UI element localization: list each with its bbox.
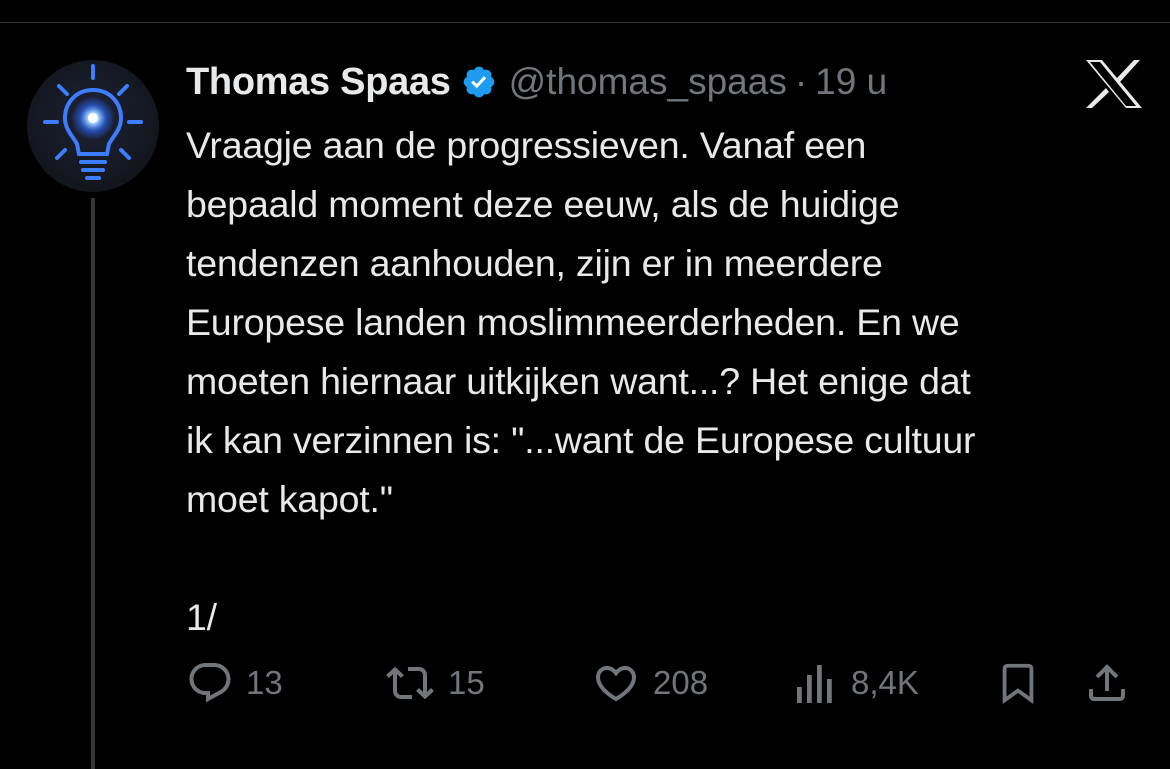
views-count: 8,4K [851,664,919,701]
retweet-count: 15 [448,664,485,701]
reply-icon [189,663,231,703]
tweet-text-line: moeten hiernaar uitkijken want...? Het e… [186,360,971,402]
author-name[interactable]: Thomas Spaas [186,61,451,104]
author-avatar[interactable] [27,60,159,192]
like-button[interactable]: 208 [591,655,708,711]
views-icon [797,665,832,703]
x-logo-icon [1084,58,1144,110]
tweet-timestamp[interactable]: 19 u [815,61,887,103]
bookmark-button[interactable] [995,655,1041,711]
reply-button[interactable]: 13 [186,655,283,711]
like-count: 208 [653,664,709,701]
tweet-text-line: Europese landen moslimmeerderheden. En w… [186,301,960,343]
tweet-text-line: bepaald moment deze eeuw, als de huidige [186,183,900,225]
thread-marker: 1/ [186,596,217,638]
retweet-button[interactable]: 15 [384,655,485,711]
verified-badge-icon [461,64,497,100]
bookmark-icon [1002,663,1034,704]
reply-count: 13 [246,664,283,701]
lightbulb-avatar-icon [27,60,159,192]
tweet-text-line: moet kapot." [186,478,393,520]
tweet-header: Thomas Spaas @thomas_spaas · 19 u [186,58,887,106]
share-icon [1089,664,1125,701]
views-button[interactable]: 8,4K [795,655,919,711]
tweet-text: Vraagje aan de progressieven. Vanaf een … [186,116,1156,647]
top-divider [0,22,1170,23]
heart-icon [595,666,637,702]
author-handle[interactable]: @thomas_spaas [509,61,787,103]
retweet-icon [386,666,434,700]
tweet-text-line: tendenzen aanhouden, zijn er in meerdere [186,242,883,284]
share-button[interactable] [1083,655,1131,711]
action-bar: 13 15 208 8,4K [0,655,1170,711]
separator-dot: · [794,61,808,102]
tweet-text-line: ik kan verzinnen is: "...want de Europes… [186,419,976,461]
tweet-text-line: Vraagje aan de progressieven. Vanaf een [186,124,867,166]
